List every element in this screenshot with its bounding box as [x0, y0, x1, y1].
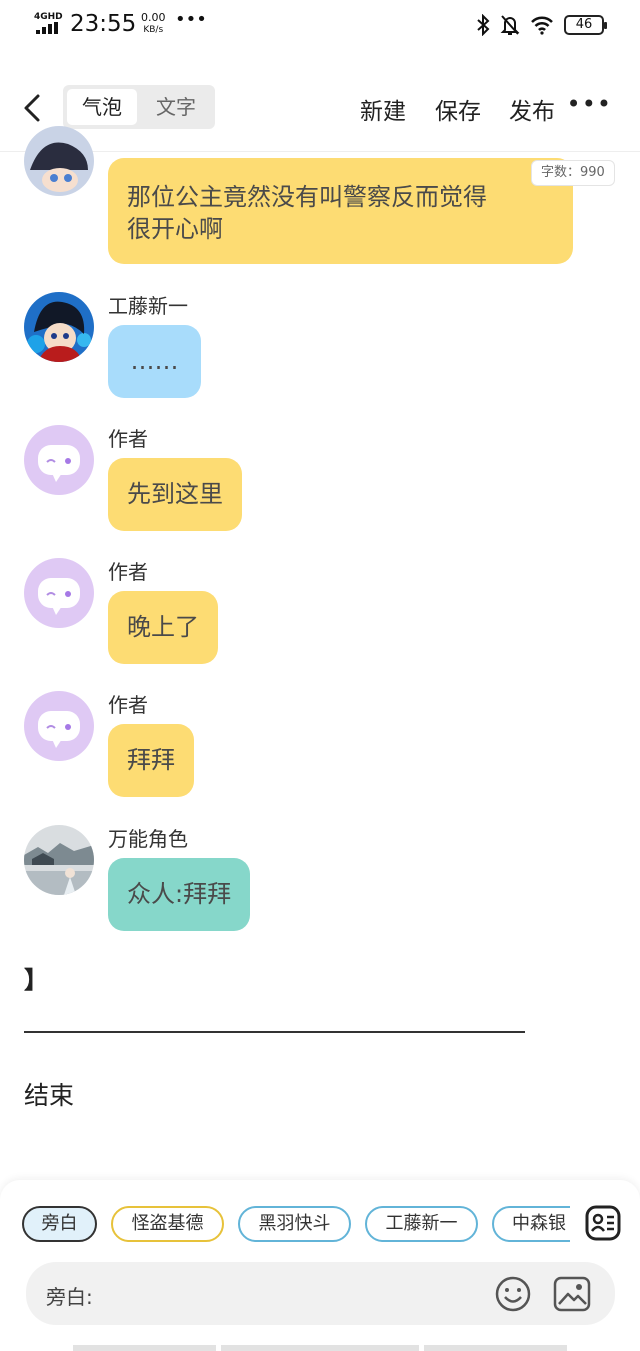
avatar-kudo-shinichi[interactable]: [24, 292, 94, 362]
message-text-line2: 很开心啊: [127, 215, 223, 243]
role-manage-icon[interactable]: [585, 1205, 621, 1241]
message-bubble[interactable]: 晚上了: [108, 591, 218, 664]
speaker-name: 作者: [108, 427, 148, 451]
closing-bracket: 】: [24, 966, 48, 994]
speaker-name: 作者: [108, 693, 148, 717]
battery-icon: 46: [564, 15, 607, 35]
keyboard-edge: [424, 1345, 567, 1351]
keyboard-edge: [221, 1345, 419, 1351]
emoji-icon[interactable]: [495, 1276, 531, 1312]
more-menu-button[interactable]: •••: [567, 90, 612, 118]
avatar-author[interactable]: [24, 425, 94, 495]
header-divider: [0, 151, 640, 152]
network-speed: 0.00 KB/s: [141, 12, 166, 36]
role-chip-kudo-shinichi[interactable]: 工藤新一: [365, 1206, 478, 1242]
status-bar: 4GHD 23:55 0.00 KB/s ••• 46: [0, 0, 640, 52]
role-chip-kuroba-kaito[interactable]: 黑羽快斗: [238, 1206, 351, 1242]
message-bubble[interactable]: ……: [108, 325, 201, 398]
tab-text[interactable]: 文字: [141, 89, 211, 125]
mode-switch: 气泡 文字: [63, 85, 215, 129]
message-input[interactable]: 旁白:: [26, 1262, 615, 1325]
horizontal-rule: [24, 1031, 525, 1033]
avatar-author[interactable]: [24, 691, 94, 761]
message-bubble[interactable]: 众人:拜拜: [108, 858, 251, 931]
role-chip-list[interactable]: 旁白 怪盗基德 黑羽快斗 工藤新一 中森银: [0, 1204, 570, 1244]
avatar-universal-role[interactable]: [24, 825, 94, 895]
speed-unit: KB/s: [143, 25, 164, 35]
signal-icon: [36, 22, 62, 34]
message-bubble[interactable]: 拜拜: [108, 724, 194, 797]
speaker-name: 工藤新一: [108, 294, 188, 318]
status-more-dots: •••: [175, 9, 207, 30]
role-chip-kaitou-kid[interactable]: 怪盗基德: [111, 1206, 224, 1242]
input-role-label: 旁白:: [46, 1285, 93, 1309]
speaker-name: 作者: [108, 560, 148, 584]
role-chip-narration[interactable]: 旁白: [22, 1206, 97, 1242]
speed-value: 0.00: [141, 11, 166, 24]
message-text-line1: 那位公主竟然没有叫警察反而觉得: [127, 183, 487, 211]
tab-bubble[interactable]: 气泡: [67, 89, 137, 125]
keyboard-edge: [73, 1345, 216, 1351]
role-chip-nakamori[interactable]: 中森银: [492, 1206, 570, 1242]
editor-header: 气泡 文字 新建 保存 发布 •••: [0, 80, 640, 136]
message-bubble[interactable]: 那位公主竟然没有叫警察反而觉得 很开心啊: [108, 158, 573, 264]
network-type: 4GHD: [34, 12, 63, 22]
publish-button[interactable]: 发布: [509, 92, 555, 126]
bluetooth-icon: [477, 14, 490, 36]
avatar-author[interactable]: [24, 558, 94, 628]
status-time: 23:55: [70, 11, 137, 37]
back-arrow-icon[interactable]: [18, 88, 48, 128]
word-count-badge: 字数：990: [531, 160, 615, 186]
wifi-icon: [531, 16, 553, 35]
save-button[interactable]: 保存: [435, 92, 481, 126]
new-button[interactable]: 新建: [360, 92, 406, 126]
image-icon[interactable]: [553, 1276, 591, 1312]
speaker-name: 万能角色: [108, 827, 188, 851]
avatar-character[interactable]: [24, 126, 94, 196]
bell-off-icon: [500, 15, 520, 35]
message-bubble[interactable]: 先到这里: [108, 458, 242, 531]
end-text: 结束: [24, 1081, 75, 1110]
